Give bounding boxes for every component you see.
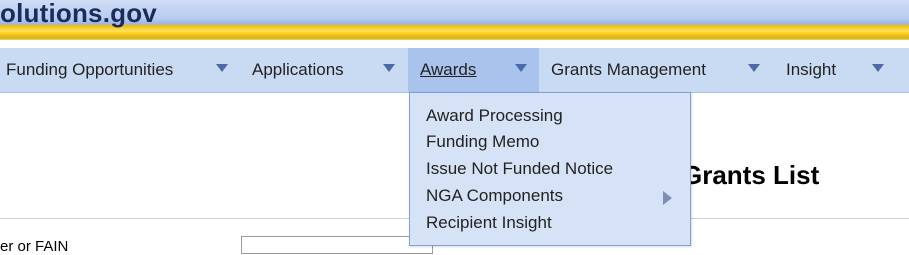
- chevron-down-icon[interactable]: [748, 64, 760, 72]
- menu-item-recipient-insight[interactable]: Recipient Insight: [426, 210, 552, 236]
- chevron-down-icon[interactable]: [515, 64, 527, 72]
- chevron-down-icon[interactable]: [383, 64, 395, 72]
- chevron-down-icon[interactable]: [216, 64, 228, 72]
- nav-item-label: Grants Management: [551, 60, 706, 79]
- nav-item-label: Insight: [786, 60, 837, 79]
- nav-applications[interactable]: Applications: [244, 48, 408, 92]
- nav-funding-opportunities[interactable]: Funding Opportunities: [0, 48, 244, 92]
- search-input[interactable]: [241, 236, 433, 254]
- nav-awards[interactable]: Awards: [408, 48, 539, 92]
- nav-insight[interactable]: Insight: [775, 48, 909, 92]
- menu-item-funding-memo[interactable]: Funding Memo: [426, 129, 539, 155]
- menu-item-issue-not-funded-notice[interactable]: Issue Not Funded Notice: [426, 156, 613, 182]
- nav-item-label: Funding Opportunities: [6, 60, 174, 79]
- nav-grants-management[interactable]: Grants Management: [539, 48, 775, 92]
- main-nav: Funding Opportunities Applications Award…: [0, 48, 909, 93]
- site-header: olutions.gov: [0, 0, 909, 40]
- site-logo[interactable]: olutions.gov: [0, 0, 157, 29]
- menu-item-award-processing[interactable]: Award Processing: [426, 103, 563, 129]
- nav-item-label: Applications: [252, 60, 344, 79]
- chevron-down-icon[interactable]: [872, 64, 884, 72]
- awards-dropdown-menu: Award Processing Funding Memo Issue Not …: [409, 92, 691, 246]
- page-title: Grants List: [682, 160, 820, 190]
- menu-item-nga-components[interactable]: NGA Components: [426, 183, 563, 209]
- nav-item-label: Awards: [420, 60, 477, 79]
- chevron-right-icon[interactable]: [663, 191, 672, 205]
